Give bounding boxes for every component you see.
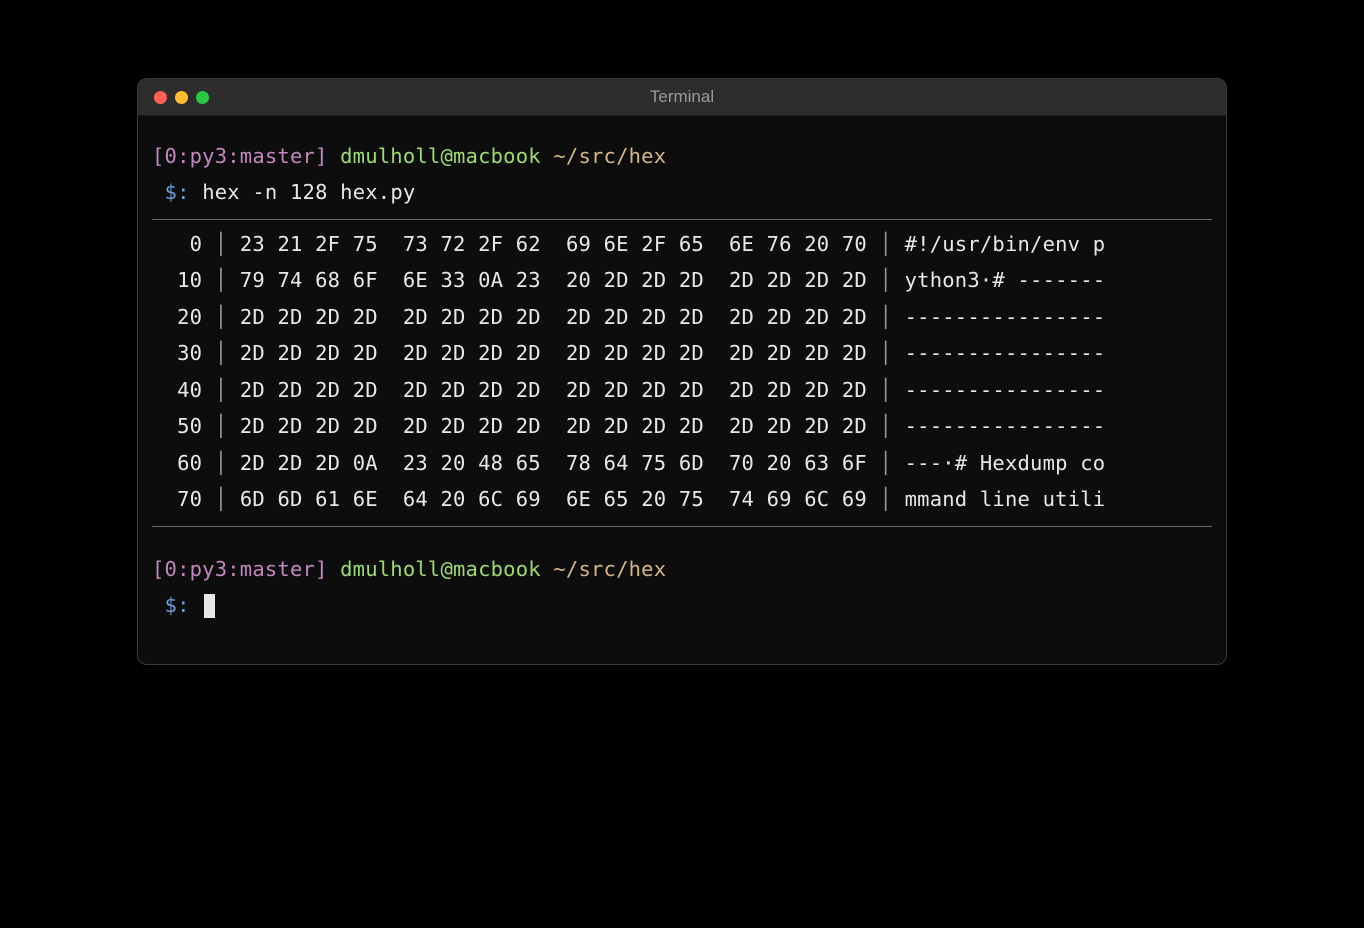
separator: │ bbox=[880, 487, 893, 511]
minimize-button[interactable] bbox=[175, 91, 188, 104]
prompt-line-2: [0:py3:master] dmulholl@macbook ~/src/he… bbox=[152, 551, 1212, 587]
separator: │ bbox=[880, 232, 893, 256]
hex-bytes: 78 64 75 6D bbox=[566, 451, 704, 475]
separator: │ bbox=[215, 451, 228, 475]
divider-top bbox=[152, 219, 1212, 220]
hex-bytes: 2D 2D 2D 2D bbox=[240, 414, 378, 438]
hex-bytes: 6E 65 20 75 bbox=[566, 487, 704, 511]
hexdump-row: 0 │ 23 21 2F 75 73 72 2F 62 69 6E 2F 65 … bbox=[152, 226, 1212, 262]
close-button[interactable] bbox=[154, 91, 167, 104]
separator: │ bbox=[215, 305, 228, 329]
separator: │ bbox=[880, 305, 893, 329]
hex-bytes: 70 20 63 6F bbox=[729, 451, 867, 475]
terminal-body[interactable]: [0:py3:master] dmulholl@macbook ~/src/he… bbox=[138, 116, 1226, 664]
hex-ascii: ython3·# ------- bbox=[905, 268, 1106, 292]
hex-bytes: 73 72 2F 62 bbox=[403, 232, 541, 256]
spacer bbox=[152, 533, 1212, 551]
window-title: Terminal bbox=[650, 87, 714, 107]
hexdump-row: 10 │ 79 74 68 6F 6E 33 0A 23 20 2D 2D 2D… bbox=[152, 262, 1212, 298]
separator: │ bbox=[215, 232, 228, 256]
terminal-window: Terminal [0:py3:master] dmulholl@macbook… bbox=[137, 78, 1227, 665]
hexdump-row: 50 │ 2D 2D 2D 2D 2D 2D 2D 2D 2D 2D 2D 2D… bbox=[152, 408, 1212, 444]
hex-offset: 50 bbox=[152, 414, 202, 438]
hex-ascii: ---------------- bbox=[905, 378, 1106, 402]
hex-bytes: 2D 2D 2D 2D bbox=[566, 414, 704, 438]
hex-bytes: 2D 2D 2D 2D bbox=[729, 378, 867, 402]
hex-bytes: 64 20 6C 69 bbox=[403, 487, 541, 511]
prompt-user-host: dmulholl@macbook bbox=[340, 144, 541, 168]
hex-bytes: 6D 6D 61 6E bbox=[240, 487, 378, 511]
separator: │ bbox=[880, 378, 893, 402]
hex-bytes: 2D 2D 2D 2D bbox=[240, 341, 378, 365]
command-line-empty[interactable]: $: bbox=[152, 587, 1212, 623]
hex-bytes: 2D 2D 2D 2D bbox=[729, 305, 867, 329]
hex-bytes: 2D 2D 2D 2D bbox=[240, 378, 378, 402]
hex-bytes: 2D 2D 2D 2D bbox=[566, 341, 704, 365]
hex-bytes: 2D 2D 2D 2D bbox=[403, 378, 541, 402]
prompt-path: ~/src/hex bbox=[553, 557, 666, 581]
hex-bytes: 2D 2D 2D 2D bbox=[240, 305, 378, 329]
hex-offset: 30 bbox=[152, 341, 202, 365]
prompt-context: [0:py3:master] bbox=[152, 144, 328, 168]
command-line: $: hex -n 128 hex.py bbox=[152, 174, 1212, 210]
hex-bytes: 2D 2D 2D 2D bbox=[403, 305, 541, 329]
hex-ascii: mmand line utili bbox=[905, 487, 1106, 511]
hex-offset: 40 bbox=[152, 378, 202, 402]
hex-bytes: 79 74 68 6F bbox=[240, 268, 378, 292]
hex-ascii: ---------------- bbox=[905, 414, 1106, 438]
hex-offset: 60 bbox=[152, 451, 202, 475]
separator: │ bbox=[215, 378, 228, 402]
hexdump-row: 40 │ 2D 2D 2D 2D 2D 2D 2D 2D 2D 2D 2D 2D… bbox=[152, 372, 1212, 408]
prompt-symbol: $: bbox=[152, 593, 190, 617]
prompt-symbol: $: bbox=[152, 180, 190, 204]
hexdump-row: 60 │ 2D 2D 2D 0A 23 20 48 65 78 64 75 6D… bbox=[152, 445, 1212, 481]
separator: │ bbox=[880, 414, 893, 438]
hex-offset: 20 bbox=[152, 305, 202, 329]
hexdump-row: 70 │ 6D 6D 61 6E 64 20 6C 69 6E 65 20 75… bbox=[152, 481, 1212, 517]
separator: │ bbox=[215, 341, 228, 365]
hex-bytes: 2D 2D 2D 2D bbox=[403, 341, 541, 365]
separator: │ bbox=[880, 268, 893, 292]
hex-bytes: 23 21 2F 75 bbox=[240, 232, 378, 256]
hex-offset: 70 bbox=[152, 487, 202, 511]
hexdump-row: 20 │ 2D 2D 2D 2D 2D 2D 2D 2D 2D 2D 2D 2D… bbox=[152, 299, 1212, 335]
separator: │ bbox=[215, 487, 228, 511]
hex-bytes: 2D 2D 2D 2D bbox=[566, 305, 704, 329]
maximize-button[interactable] bbox=[196, 91, 209, 104]
command-text: hex -n 128 hex.py bbox=[202, 180, 415, 204]
cursor bbox=[204, 594, 215, 618]
prompt-context: [0:py3:master] bbox=[152, 557, 328, 581]
divider-bottom bbox=[152, 526, 1212, 527]
hex-ascii: ---·# Hexdump co bbox=[905, 451, 1106, 475]
hex-bytes: 20 2D 2D 2D bbox=[566, 268, 704, 292]
hex-offset: 10 bbox=[152, 268, 202, 292]
prompt-line-1: [0:py3:master] dmulholl@macbook ~/src/he… bbox=[152, 138, 1212, 174]
hex-ascii: #!/usr/bin/env p bbox=[905, 232, 1106, 256]
hex-bytes: 2D 2D 2D 2D bbox=[403, 414, 541, 438]
hex-ascii: ---------------- bbox=[905, 305, 1106, 329]
traffic-lights bbox=[154, 91, 209, 104]
hex-bytes: 2D 2D 2D 2D bbox=[729, 341, 867, 365]
hex-bytes: 74 69 6C 69 bbox=[729, 487, 867, 511]
hexdump-row: 30 │ 2D 2D 2D 2D 2D 2D 2D 2D 2D 2D 2D 2D… bbox=[152, 335, 1212, 371]
separator: │ bbox=[880, 341, 893, 365]
prompt-user-host: dmulholl@macbook bbox=[340, 557, 541, 581]
hex-bytes: 2D 2D 2D 0A bbox=[240, 451, 378, 475]
hex-bytes: 6E 33 0A 23 bbox=[403, 268, 541, 292]
hex-bytes: 2D 2D 2D 2D bbox=[729, 414, 867, 438]
separator: │ bbox=[215, 414, 228, 438]
separator: │ bbox=[215, 268, 228, 292]
titlebar: Terminal bbox=[138, 79, 1226, 116]
prompt-path: ~/src/hex bbox=[553, 144, 666, 168]
hex-ascii: ---------------- bbox=[905, 341, 1106, 365]
hex-bytes: 69 6E 2F 65 bbox=[566, 232, 704, 256]
hex-bytes: 6E 76 20 70 bbox=[729, 232, 867, 256]
hex-offset: 0 bbox=[152, 232, 202, 256]
hexdump-output: 0 │ 23 21 2F 75 73 72 2F 62 69 6E 2F 65 … bbox=[152, 226, 1212, 518]
hex-bytes: 23 20 48 65 bbox=[403, 451, 541, 475]
hex-bytes: 2D 2D 2D 2D bbox=[566, 378, 704, 402]
separator: │ bbox=[880, 451, 893, 475]
hex-bytes: 2D 2D 2D 2D bbox=[729, 268, 867, 292]
